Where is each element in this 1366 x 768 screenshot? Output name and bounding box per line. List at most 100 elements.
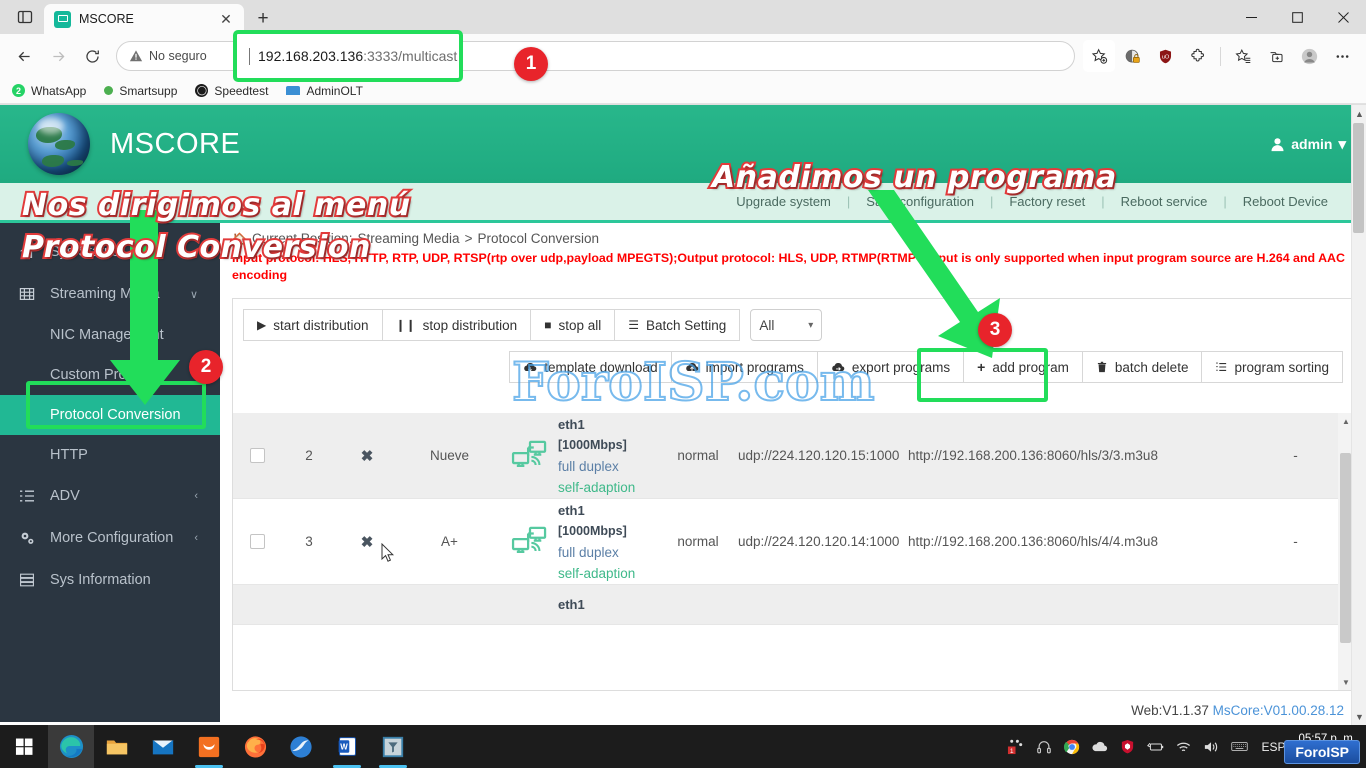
sidebar-item-adv[interactable]: ADV ‹ [0,475,220,517]
reload-icon[interactable] [76,40,108,72]
web-version: Web:V1.1.37 [1131,703,1209,718]
sidebar-item-nic-management[interactable]: NIC Management [0,315,220,355]
scroll-up-icon[interactable]: ▲ [1354,108,1365,119]
row-checkbox[interactable] [250,534,265,549]
url-highlight-box[interactable]: 192.168.203.136:3333/multicast [233,30,463,82]
row-output-url: http://192.168.200.136:8060/hls/3/3.m3u8 [908,448,1238,463]
add-tab-group-icon[interactable] [1260,40,1292,72]
profile-avatar-icon[interactable] [1293,40,1325,72]
bookmark-adminolt[interactable]: AdminOLT [286,84,362,98]
sys-link-save-configuration[interactable]: Save configuration [850,194,990,209]
sidebar-item-custom-program[interactable]: Custom Program [0,355,220,395]
pause-icon: ❙❙ [396,319,416,331]
keyboard-icon[interactable] [1231,738,1248,755]
template-download-button[interactable]: template download [509,351,671,383]
scrollbar-thumb[interactable] [1340,453,1351,643]
nic-name: eth1 [558,594,658,615]
sys-link-reboot-service[interactable]: Reboot service [1105,194,1224,209]
taskbar-app-file-explorer[interactable] [94,725,140,768]
annotation-badge-3: 3 [978,313,1012,347]
settings-more-icon[interactable] [1326,40,1358,72]
ublock-origin-icon[interactable]: uO [1149,40,1181,72]
taskbar-app-firefox[interactable] [232,725,278,768]
taskbar-app-edge[interactable] [48,725,94,768]
import-programs-button[interactable]: import programs [671,351,818,383]
chevron-left-icon: ‹ [194,490,198,502]
table-row[interactable]: eth1 [233,585,1353,625]
scroll-down-icon[interactable]: ▼ [1354,711,1365,722]
taskbar-app-smartsupp[interactable] [186,725,232,768]
taskbar-app-word[interactable]: W [324,725,370,768]
nic-duplex: full duplex [558,456,658,477]
bookmark-speedtest[interactable]: ◯ Speedtest [195,84,268,98]
scroll-down-icon[interactable]: ▼ [1341,677,1351,687]
mscore-version: MsCore:V01.00.28.12 [1213,703,1344,718]
batch-setting-button[interactable]: ☰ Batch Setting [614,309,740,341]
chrome-icon[interactable] [1063,738,1080,755]
wifi-icon[interactable] [1175,738,1192,755]
sidebar-item-protocol-conversion[interactable]: Protocol Conversion [0,395,220,435]
sidebar-item-more-configuration[interactable]: More Configuration ‹ [0,517,220,559]
program-sorting-button[interactable]: program sorting [1201,351,1343,383]
sys-link-upgrade-system[interactable]: Upgrade system [720,194,847,209]
collections-favorites-icon[interactable] [1227,40,1259,72]
bookmark-whatsapp[interactable]: 2 WhatsApp [12,84,86,98]
notification-badge-icon[interactable]: 1 [1007,738,1024,755]
window-close-icon[interactable] [1320,0,1366,34]
taskbar-app-mariadb[interactable] [278,725,324,768]
page-scrollbar[interactable]: ▲ ▼ [1351,105,1366,725]
security-indicator[interactable]: No seguro [129,49,207,63]
sidebar-item-label: Streaming Media [50,286,160,302]
sidebar-item-sys-information[interactable]: Sys Information [0,559,220,601]
minimize-icon[interactable] [1228,0,1274,34]
table-row[interactable]: 3 ✖ A+ [233,499,1353,585]
bookmark-smartsupp[interactable]: Smartsupp [104,84,177,98]
sidebar-item-http[interactable]: HTTP [0,435,220,475]
export-programs-button[interactable]: export programs [817,351,964,383]
row-flag[interactable]: ✖ [337,447,397,465]
extensions-puzzle-icon[interactable] [1182,40,1214,72]
onedrive-icon[interactable] [1091,738,1108,755]
foroisp-window-chip[interactable]: ForoISP [1284,740,1360,764]
start-distribution-button[interactable]: ▶ start distribution [243,309,383,341]
batch-delete-button[interactable]: batch delete [1082,351,1203,383]
sys-link-reboot-device[interactable]: Reboot Device [1227,194,1344,209]
network-devices-icon [502,440,558,472]
bookmarks-bar: 2 WhatsApp Smartsupp ◯ Speedtest AdminOL… [0,78,1366,104]
battery-icon[interactable] [1147,738,1164,755]
breadcrumb-parent[interactable]: Streaming Media [358,231,460,246]
address-bar[interactable]: No seguro 192.168.203.136:3333/multicast [116,41,1075,71]
sys-link-factory-reset[interactable]: Factory reset [993,194,1101,209]
stop-distribution-button[interactable]: ❙❙ stop distribution [382,309,532,341]
programs-panel: ▶ start distribution ❙❙ stop distributio… [232,298,1354,691]
mcafee-icon[interactable] [1119,738,1136,755]
close-icon[interactable]: ✕ [216,9,236,29]
stop-all-button[interactable]: ■ stop all [530,309,615,341]
chevron-down-icon: ▾ [1338,135,1346,153]
back-arrow-icon[interactable] [8,40,40,72]
language-indicator[interactable]: ESP [1259,740,1287,754]
headset-icon[interactable] [1035,738,1052,755]
taskbar-app-winbox[interactable] [370,725,416,768]
filter-select[interactable]: All ▾ [750,309,822,341]
windows-start-icon[interactable] [0,725,48,768]
scrollbar-thumb[interactable] [1353,123,1364,233]
tab-actions-icon[interactable] [6,0,44,34]
sidebar-item-streaming-media[interactable]: Streaming Media ∨ [0,273,220,315]
row-select-cell[interactable] [233,534,281,549]
row-select-cell[interactable] [233,448,281,463]
add-favorite-icon[interactable] [1083,40,1115,72]
scroll-up-icon[interactable]: ▲ [1341,416,1351,426]
browser-tab[interactable]: MSCORE ✕ [44,4,244,34]
sidebar-item-label: Custom Program [50,367,160,383]
taskbar-app-mail[interactable] [140,725,186,768]
row-checkbox[interactable] [250,448,265,463]
nic-adaption: self-adaption [558,563,658,584]
user-menu[interactable]: admin ▾ [1270,135,1346,153]
add-program-button[interactable]: + add program [963,351,1083,383]
lock-extension-icon[interactable] [1116,40,1148,72]
table-row[interactable]: 2 ✖ Nueve [233,413,1353,499]
gears-icon [18,530,36,546]
volume-icon[interactable] [1203,738,1220,755]
maximize-icon[interactable] [1274,0,1320,34]
